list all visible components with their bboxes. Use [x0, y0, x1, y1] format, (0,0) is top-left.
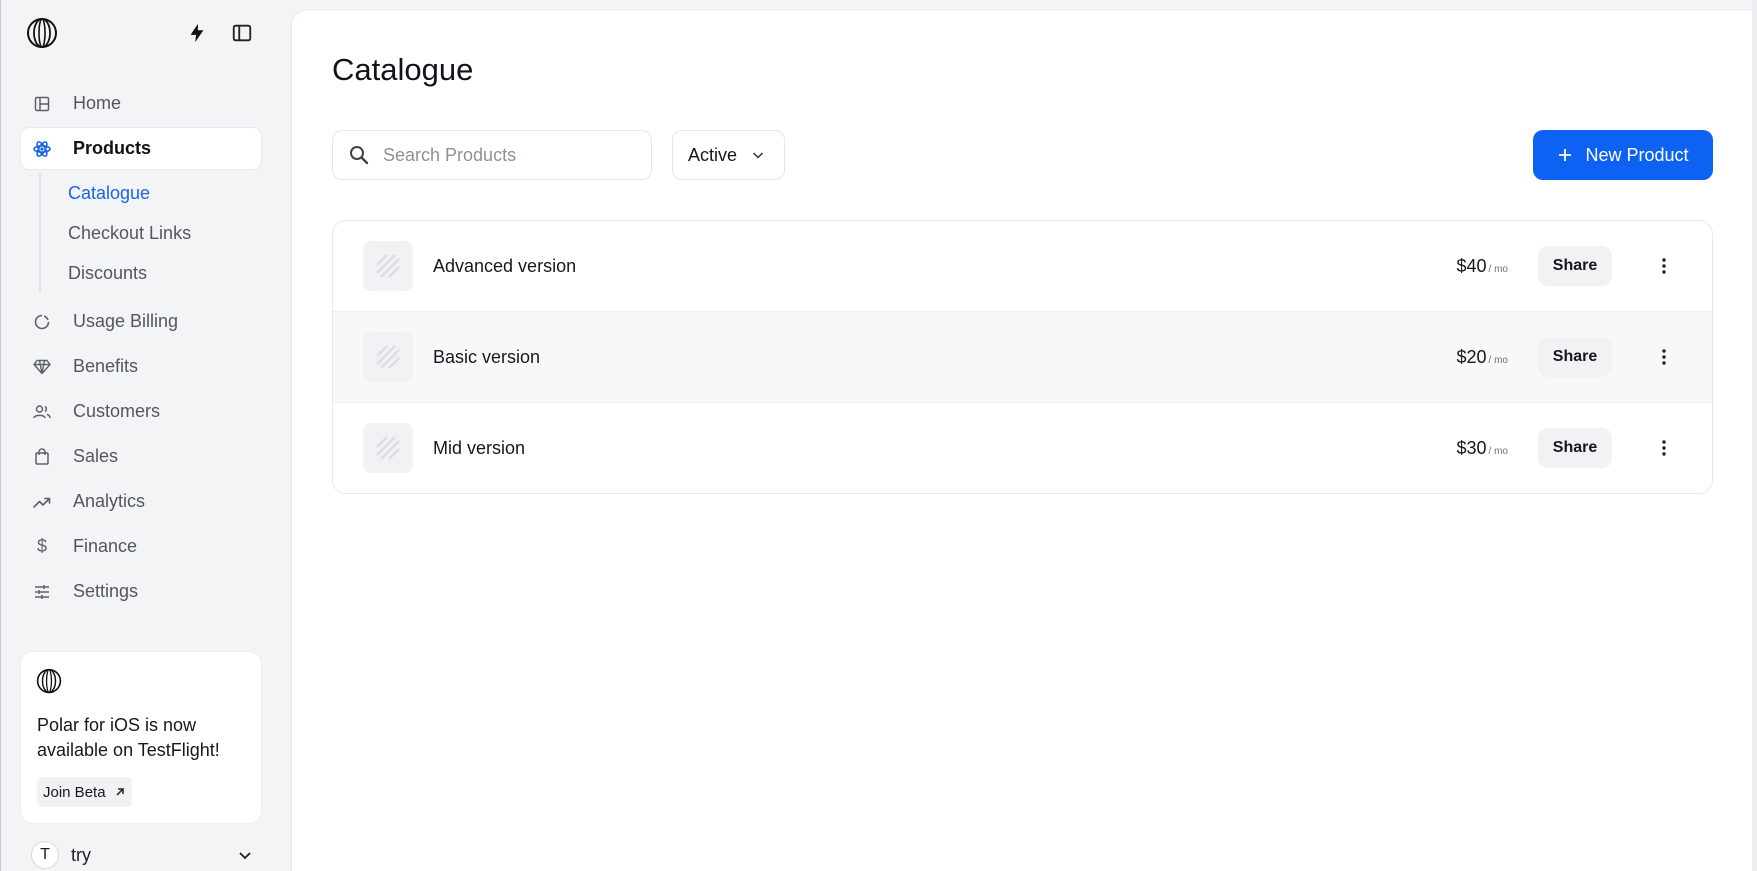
trending-up-icon	[33, 493, 51, 511]
plus-icon	[1559, 149, 1572, 161]
chevron-down-icon	[753, 152, 764, 159]
product-price: $30/ mo	[1457, 438, 1509, 459]
polar-logo-icon	[36, 668, 62, 694]
dollar-icon: $	[36, 536, 47, 556]
polar-logo-icon[interactable]	[26, 17, 58, 49]
product-name: Advanced version	[433, 255, 577, 276]
sidebar-item-label: Finance	[73, 536, 138, 556]
main-panel: Catalogue Active New Product Advanced ve…	[292, 10, 1757, 871]
price-amount: $20	[1456, 346, 1487, 367]
status-filter-value: Active	[688, 144, 738, 165]
customers-icon	[33, 403, 51, 421]
sidebar-item-label: Home	[73, 93, 122, 113]
sidebar-item-analytics[interactable]: Analytics	[21, 481, 261, 522]
sidebar: Home Products Catalogue Checkout Links D…	[0, 0, 290, 871]
sidebar-item-usage-billing[interactable]: Usage Billing	[21, 301, 261, 342]
search-icon	[350, 146, 369, 165]
diamond-icon	[33, 358, 51, 376]
price-amount: $30	[1456, 438, 1487, 458]
more-options-icon[interactable]	[1649, 251, 1679, 281]
status-filter-select[interactable]: Active	[672, 130, 785, 180]
sliders-icon	[33, 583, 51, 601]
window-scrollbar[interactable]	[1752, 0, 1757, 871]
product-list: Advanced version $40/ mo Share Basic ver…	[332, 220, 1713, 494]
price-amount: $40	[1456, 255, 1487, 276]
lightning-icon[interactable]	[186, 22, 208, 44]
subnav-item-checkout-links[interactable]: Checkout Links	[68, 213, 261, 253]
account-name: try	[71, 844, 91, 865]
more-options-icon[interactable]	[1649, 433, 1679, 463]
ios-promo-card: Polar for iOS is now available on TestFl…	[21, 652, 261, 823]
sidebar-item-products[interactable]: Products	[21, 128, 261, 169]
page-title: Catalogue	[332, 52, 474, 87]
product-name: Basic version	[433, 346, 541, 367]
new-product-button[interactable]: New Product	[1533, 130, 1713, 180]
avatar: T	[31, 841, 59, 869]
sidebar-item-label: Settings	[73, 581, 139, 601]
join-beta-button[interactable]: Join Beta	[37, 777, 132, 807]
shopping-bag-icon	[33, 448, 51, 466]
chevron-down-icon	[239, 852, 251, 860]
new-product-label: New Product	[1585, 144, 1689, 165]
product-image-placeholder-icon	[363, 423, 413, 473]
subnav-item-discounts[interactable]: Discounts	[68, 253, 261, 293]
price-period: / mo	[1488, 354, 1508, 366]
share-button[interactable]: Share	[1538, 246, 1612, 286]
sidebar-item-label: Sales	[73, 446, 119, 466]
price-period: / mo	[1488, 446, 1508, 457]
search-box	[332, 130, 652, 180]
sidebar-item-label: Customers	[73, 401, 161, 421]
more-options-icon[interactable]	[1649, 342, 1679, 372]
share-button[interactable]: Share	[1538, 337, 1612, 377]
app-root: Home Products Catalogue Checkout Links D…	[0, 0, 1757, 871]
sidebar-item-customers[interactable]: Customers	[21, 391, 261, 432]
product-row[interactable]: Basic version $20/ mo Share	[333, 312, 1712, 403]
promo-text: Polar for iOS is now available on TestFl…	[37, 715, 220, 760]
sidebar-item-label: Benefits	[73, 356, 139, 376]
usage-billing-icon	[33, 313, 51, 331]
product-price: $40/ mo	[1457, 256, 1509, 277]
sidebar-toggle-icon[interactable]	[231, 22, 253, 44]
product-row[interactable]: Advanced version $40/ mo Share	[333, 221, 1712, 312]
share-button[interactable]: Share	[1538, 428, 1612, 468]
product-row[interactable]: Mid version $30/ mo Share	[333, 403, 1712, 493]
home-icon	[33, 95, 51, 113]
sidebar-item-sales[interactable]: Sales	[21, 436, 261, 477]
product-image-placeholder-icon	[363, 332, 413, 382]
sidebar-item-benefits[interactable]: Benefits	[21, 346, 261, 387]
arrow-up-right-icon	[116, 788, 124, 796]
sidebar-item-settings[interactable]: Settings	[21, 571, 261, 612]
sidebar-nav: Home Products Catalogue Checkout Links D…	[21, 83, 261, 616]
products-subnav: Catalogue Checkout Links Discounts	[39, 173, 261, 293]
sidebar-item-label: Products	[73, 138, 152, 158]
account-switcher[interactable]: T try	[31, 839, 253, 871]
sidebar-item-label: Analytics	[73, 491, 146, 511]
sidebar-item-label: Usage Billing	[73, 311, 179, 331]
product-price: $20/ mo	[1457, 347, 1509, 368]
sidebar-header	[26, 17, 260, 49]
product-image-placeholder-icon	[363, 241, 413, 291]
product-name: Mid version	[433, 438, 526, 458]
sidebar-item-home[interactable]: Home	[21, 83, 261, 124]
join-beta-label: Join Beta	[43, 783, 106, 801]
search-input[interactable]	[383, 144, 633, 166]
products-icon	[33, 140, 51, 158]
subnav-item-catalogue[interactable]: Catalogue	[68, 173, 261, 213]
sidebar-item-finance[interactable]: $ Finance	[21, 526, 261, 567]
price-period: / mo	[1488, 263, 1508, 275]
